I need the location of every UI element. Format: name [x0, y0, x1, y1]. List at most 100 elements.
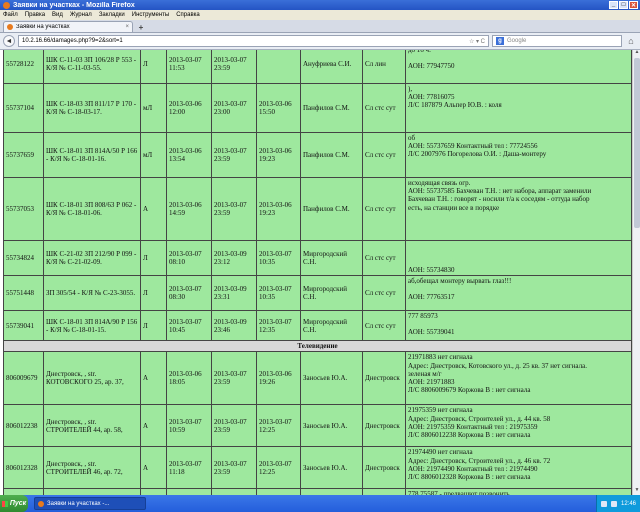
tray-network-icon[interactable]	[600, 500, 607, 507]
menu-view[interactable]: Вид	[52, 12, 63, 18]
note-line: есть, на станции все в порядке	[408, 203, 500, 212]
cell-id: 806009679	[3, 351, 44, 406]
cell-id: 55737104	[3, 83, 44, 133]
cell-line: ЗП 305/54 - К/Я № С-23-3055.	[43, 275, 141, 312]
note-line: АОН: 21975359 Контактный тел : 21975359	[408, 422, 538, 431]
new-tab-button[interactable]: +	[136, 22, 146, 32]
windows-logo-icon	[1, 500, 8, 507]
table-row: 55734824 ШК С-21-02 ЗП 212/90 Р 099 - К/Я…	[3, 239, 632, 277]
vertical-scrollbar[interactable]: ▲ ▼	[632, 50, 640, 495]
navigation-bar: ◄ 10.2.16.66/damages.php?9=2&sort=1 ☆ ▾ …	[0, 33, 640, 50]
cell-line: Днестровск, , str. СТРОИТЕЛЕЙ 46, ap. 72…	[43, 446, 141, 490]
tab-favicon-icon	[7, 24, 13, 30]
menu-bookmarks[interactable]: Закладки	[99, 12, 125, 18]
cell-type: Сл лин	[362, 50, 406, 84]
cell-d2: 2013-03-09 23:12	[211, 239, 257, 277]
tray-volume-icon[interactable]	[610, 500, 617, 507]
table-row: 55737104 ШК С-18-03 ЗП 811/17 Р 170 - К/Я…	[3, 83, 632, 133]
cell-d1: 2013-03-07 08:30	[166, 275, 212, 312]
home-icon[interactable]: ⌂	[625, 35, 637, 47]
cell-d3: 2013-03-06 15:50	[256, 83, 301, 133]
cell-notes: аб,обещал монтеру вырвать глаз!!! АОН: 77…	[405, 275, 632, 312]
scroll-down-icon[interactable]: ▼	[633, 488, 640, 495]
note-line: Л/С 2007976 Погорелова О.И. : Даша-монте…	[408, 150, 547, 159]
menu-edit[interactable]: Правка	[25, 12, 45, 18]
cell-d2: 2013-03-07 23:59	[211, 404, 257, 448]
cell-id: 806012238	[3, 404, 44, 448]
cell-d2: 2013-03-07 23:59	[211, 351, 257, 406]
table-row: 55739041 ШК С-18-01 ЗП 814А/90 Р 156 - К/…	[3, 310, 632, 342]
firefox-task-icon	[38, 500, 44, 507]
page-content: 55728122 ШК С-11-03 ЗП 106/28 Р 553 - К/Я…	[0, 50, 632, 495]
cell-type: Днестровск	[362, 404, 406, 448]
cell-worker: Заносьев Ю.А.	[300, 404, 363, 448]
menu-tools[interactable]: Инструменты	[132, 12, 169, 18]
cell-d1: 2013-03-06 18:05	[166, 351, 212, 406]
cell-type: Днестровск	[362, 351, 406, 406]
cell-d3: 2013-03-07 12:25	[256, 446, 301, 490]
cell-worker: Миргородский С.Н.	[300, 239, 363, 277]
note-line: об	[408, 134, 416, 142]
note-line: АОН: 55737585 Бахчеван Т.Н. : нет набора…	[408, 187, 592, 196]
menu-history[interactable]: Журнал	[70, 12, 92, 18]
cell-notes: до 16 ч. АОН: 77947750	[405, 50, 632, 84]
note-line: Л/С 8806012328 Коржова В : нет сигнала	[408, 473, 531, 482]
table-row: 55737659 ШК С-18-01 ЗП 814А/50 Р 166 - К/…	[3, 132, 632, 178]
table-row: 55751448 ЗП 305/54 - К/Я № С-23-3055. Л 201…	[3, 275, 632, 312]
search-placeholder: Google	[507, 38, 527, 44]
cell-d2: 2013-03-07 23:59	[211, 50, 257, 84]
system-tray: 12:46	[595, 495, 640, 512]
taskbar-item-firefox[interactable]: Заявки на участках -...	[34, 497, 146, 510]
tab-close-icon[interactable]: ×	[125, 24, 129, 30]
url-bar[interactable]: 10.2.16.66/damages.php?9=2&sort=1 ☆ ▾ C	[18, 35, 489, 47]
cell-d3: 2013-03-07 10:35	[256, 275, 301, 312]
back-button[interactable]: ◄	[3, 35, 15, 47]
note-line: исходящая связь огр.	[408, 179, 471, 187]
note-line	[408, 320, 629, 328]
cell-line: ШК С-18-01 ЗП 808/63 Р 062 - К/Я № С-18-…	[43, 177, 141, 241]
note-line: 21971883 нет сигнала	[408, 353, 473, 362]
start-label: Пуск	[9, 500, 27, 507]
cell-d1: 2013-03-07 08:10	[166, 239, 212, 277]
cell-d3: 2013-03-06 19:23	[256, 132, 301, 178]
scroll-up-icon[interactable]: ▲	[633, 50, 640, 57]
cell-d1: 2013-03-06 14:59	[166, 177, 212, 241]
note-line: ),	[408, 85, 413, 93]
note-line: Л/С 8806012238 Коржова В : нет сигнала	[408, 431, 531, 440]
url-text: 10.2.16.66/damages.php?9=2&sort=1	[22, 38, 123, 44]
cell-line: Днестровск, , str. СТРОИТЕЛЕЙ 44, ap. 58…	[43, 404, 141, 448]
cell-worker: Заносьев Ю.А.	[300, 351, 363, 406]
cell-t: А	[140, 351, 167, 406]
cell-t: мЛ	[140, 83, 167, 133]
menu-help[interactable]: Справка	[176, 12, 200, 18]
url-actions-icon[interactable]: ☆ ▾ C	[469, 38, 485, 45]
close-button[interactable]: ✕	[629, 1, 638, 9]
tab-bar: Заявки на участках × +	[0, 20, 640, 33]
cell-t: Л	[140, 275, 167, 312]
note-line: АОН: 55739041	[408, 328, 455, 337]
damages-table: 55728122 ШК С-11-03 ЗП 106/28 Р 553 - К/Я…	[3, 50, 632, 495]
start-button[interactable]: Пуск	[0, 495, 28, 512]
cell-notes: исходящая связь огр. АОН: 55737585 Бахчев…	[405, 177, 632, 241]
note-line	[408, 242, 629, 250]
cell-t: А	[140, 177, 167, 241]
menu-file[interactable]: Файл	[3, 12, 18, 18]
scrollbar-thumb[interactable]	[634, 58, 640, 228]
cell-worker: Миргородский С.Н.	[300, 310, 363, 342]
cell-type: Сл стс сут	[362, 275, 406, 312]
tab-label: Заявки на участках	[16, 24, 70, 30]
firefox-icon	[3, 1, 10, 9]
table-row: 55728122 ШК С-11-03 ЗП 106/28 Р 553 - К/Я…	[3, 50, 632, 84]
cell-t: мЛ	[140, 132, 167, 178]
table-row: 806012238 Днестровск, , str. СТРОИТЕЛЕЙ 4…	[3, 404, 632, 448]
search-input[interactable]: g Google	[492, 35, 622, 47]
minimize-button[interactable]: _	[609, 1, 618, 9]
tab-main[interactable]: Заявки на участках ×	[3, 21, 133, 32]
cell-id: 55734824	[3, 239, 44, 277]
maximize-button[interactable]: □	[619, 1, 628, 9]
note-line: АОН: 77763517	[408, 293, 455, 302]
cell-type: Сл стс сут	[362, 239, 406, 277]
table-row: 55737053 ШК С-18-01 ЗП 808/63 Р 062 - К/Я…	[3, 177, 632, 241]
cell-notes: 21974490 нет сигнала Адрес: Днестровск, С…	[405, 446, 632, 490]
cell-worker: Панфилов С.М.	[300, 177, 363, 241]
